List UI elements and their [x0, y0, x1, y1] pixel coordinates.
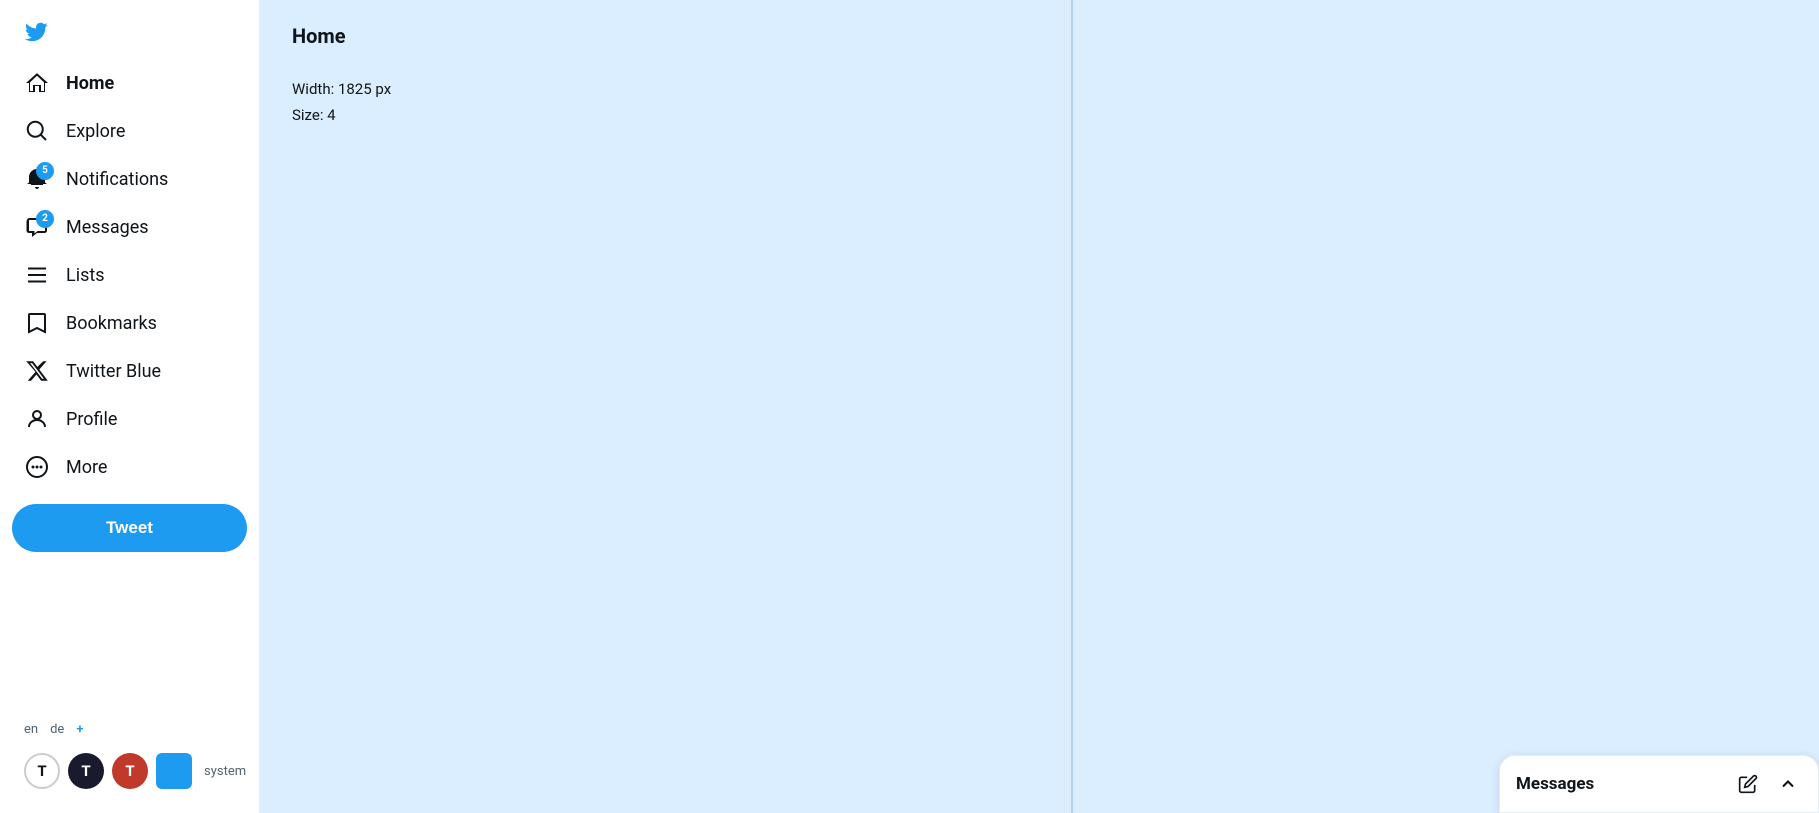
- lang-plus[interactable]: +: [76, 722, 83, 737]
- system-label: system: [204, 764, 246, 779]
- avatar-t-red: T: [112, 753, 148, 789]
- compose-message-button[interactable]: [1734, 770, 1762, 798]
- lang-de[interactable]: de: [50, 722, 64, 737]
- sidebar-item-more[interactable]: More: [12, 444, 247, 490]
- sidebar-item-home[interactable]: Home: [12, 60, 247, 106]
- lists-icon: [24, 262, 50, 288]
- page-title: Home: [292, 24, 1039, 48]
- account-switcher[interactable]: T T T system: [12, 745, 247, 797]
- sidebar-item-home-label: Home: [66, 73, 114, 94]
- sidebar-item-bookmarks[interactable]: Bookmarks: [12, 300, 247, 346]
- home-icon: [24, 70, 50, 96]
- more-icon: [24, 454, 50, 480]
- avatar-system: [156, 753, 192, 789]
- sidebar-item-explore-label: Explore: [66, 121, 125, 142]
- messages-popup-title: Messages: [1516, 774, 1594, 794]
- right-panel: [1072, 0, 1819, 813]
- width-info: Width: 1825 px: [292, 80, 1039, 98]
- sidebar-footer: en de + T T T system: [12, 714, 247, 805]
- explore-icon: [24, 118, 50, 144]
- chevron-up-icon: [1778, 774, 1798, 794]
- sidebar-nav: Home Explore 5 Notifications: [12, 60, 247, 492]
- sidebar-item-lists-label: Lists: [66, 265, 105, 286]
- sidebar-item-notifications[interactable]: 5 Notifications: [12, 156, 247, 202]
- language-row: en de +: [12, 714, 247, 745]
- tweet-button[interactable]: Tweet: [12, 504, 247, 552]
- sidebar-item-lists[interactable]: Lists: [12, 252, 247, 298]
- avatar-t-dark: T: [68, 753, 104, 789]
- notifications-badge: 5: [36, 162, 54, 180]
- sidebar-item-messages-label: Messages: [66, 217, 149, 238]
- sidebar-item-profile-label: Profile: [66, 409, 117, 430]
- profile-icon: [24, 406, 50, 432]
- bookmarks-icon: [24, 310, 50, 336]
- avatar-t-outline: T: [24, 753, 60, 789]
- sidebar-item-more-label: More: [66, 457, 107, 478]
- collapse-messages-button[interactable]: [1774, 770, 1802, 798]
- size-info: Size: 4: [292, 106, 1039, 124]
- notifications-icon: 5: [24, 166, 50, 192]
- sidebar-item-profile[interactable]: Profile: [12, 396, 247, 442]
- main-content: Home Width: 1825 px Size: 4: [260, 0, 1072, 813]
- sidebar-item-messages[interactable]: 2 Messages: [12, 204, 247, 250]
- messages-icon: 2: [24, 214, 50, 240]
- sidebar-item-twitter-blue-label: Twitter Blue: [66, 361, 161, 382]
- sidebar-item-twitter-blue[interactable]: Twitter Blue: [12, 348, 247, 394]
- messages-popup: Messages: [1499, 755, 1819, 813]
- sidebar-item-notifications-label: Notifications: [66, 169, 168, 190]
- compose-icon: [1738, 774, 1758, 794]
- twitter-logo[interactable]: [12, 8, 60, 56]
- messages-badge: 2: [36, 210, 54, 228]
- sidebar: Home Explore 5 Notifications: [0, 0, 260, 813]
- messages-popup-actions: [1734, 770, 1802, 798]
- twitter-blue-icon: [24, 358, 50, 384]
- sidebar-item-bookmarks-label: Bookmarks: [66, 313, 157, 334]
- sidebar-item-explore[interactable]: Explore: [12, 108, 247, 154]
- lang-en[interactable]: en: [24, 722, 38, 737]
